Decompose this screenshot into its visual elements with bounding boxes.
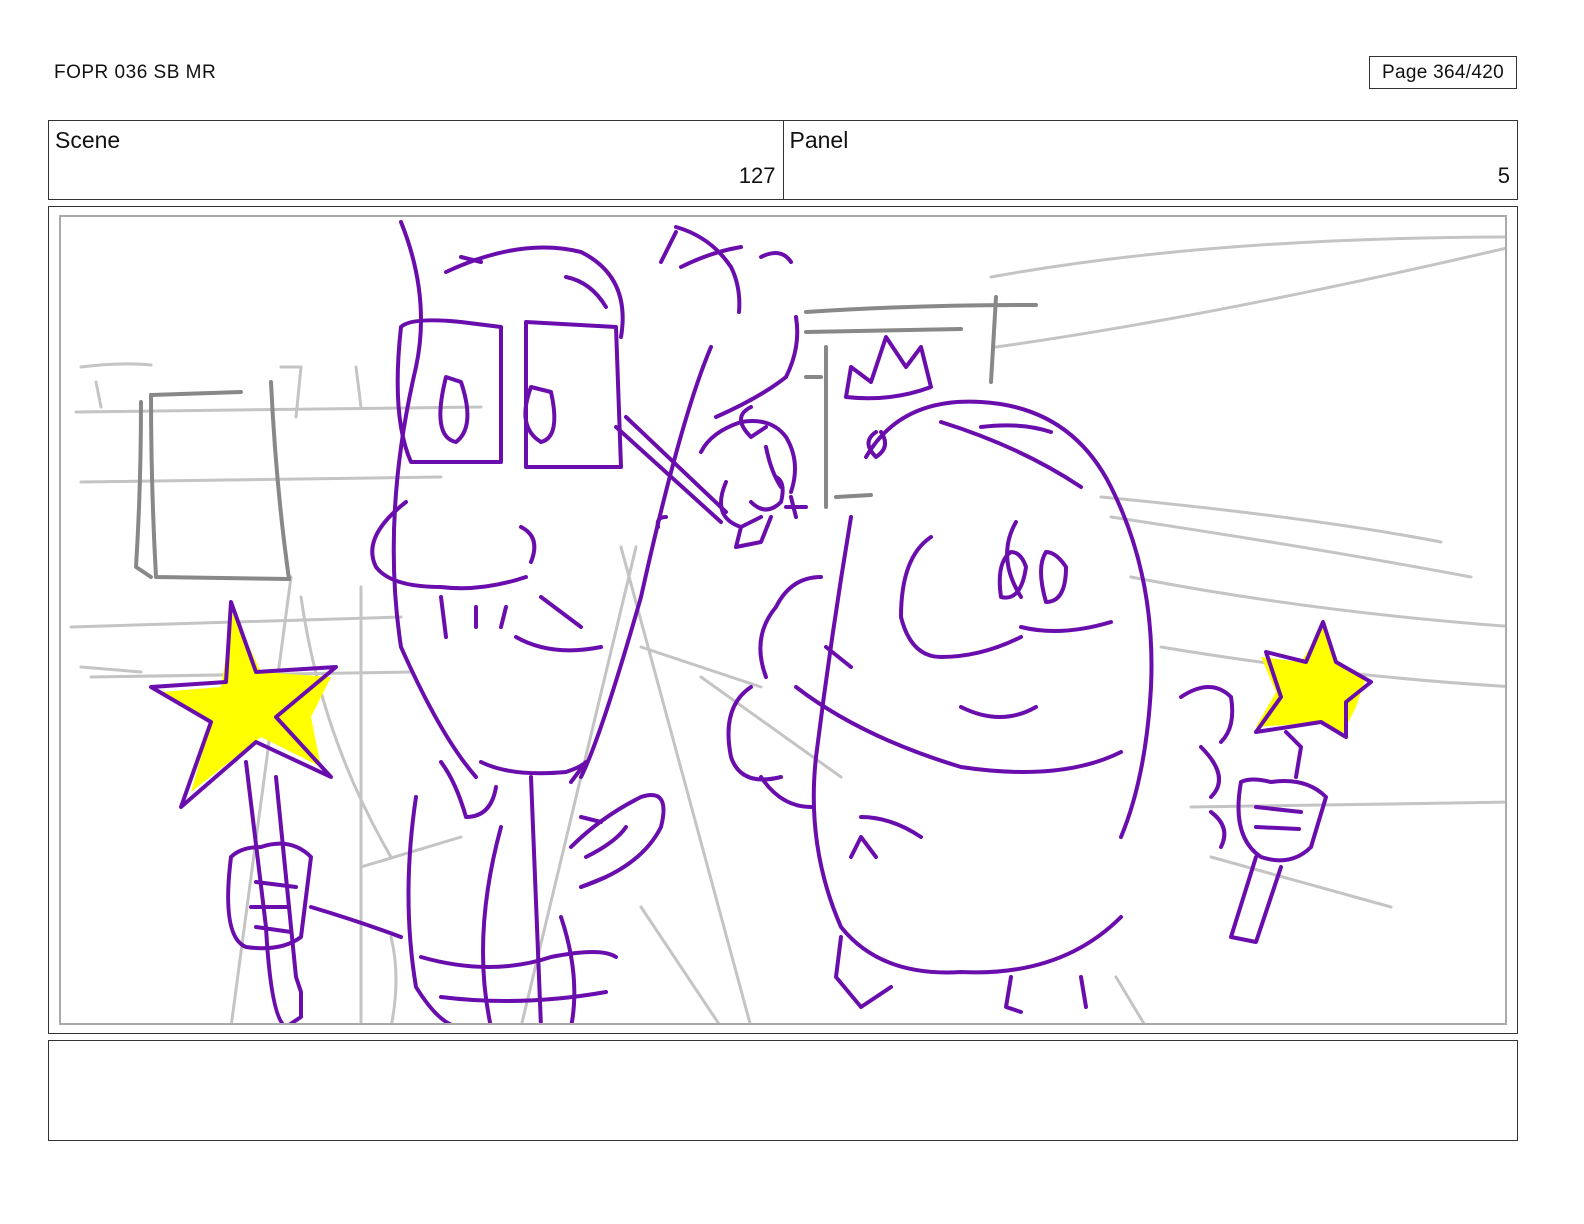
panel-cell: Panel 5 — [782, 121, 1518, 199]
panel-notes-box — [48, 1040, 1518, 1141]
panel-label: Panel — [789, 127, 849, 153]
storyboard-drawing-area — [59, 215, 1507, 1025]
storyboard-panel-frame — [48, 206, 1518, 1034]
document-title: FOPR 036 SB MR — [54, 62, 217, 83]
page-number: Page 364/420 — [1382, 61, 1504, 83]
storyboard-sketch — [69, 220, 1505, 1023]
star-fills — [161, 612, 1366, 792]
scene-cell: Scene 127 — [49, 121, 783, 199]
character-linework — [149, 220, 1373, 1023]
scene-label: Scene — [55, 127, 121, 153]
background-buildings — [134, 295, 1038, 581]
scene-number: 127 — [738, 163, 776, 188]
page-number-box: Page 364/420 — [1369, 56, 1517, 89]
panel-number: 5 — [1497, 163, 1510, 188]
scene-panel-info-row: Scene 127 Panel 5 — [48, 120, 1518, 200]
